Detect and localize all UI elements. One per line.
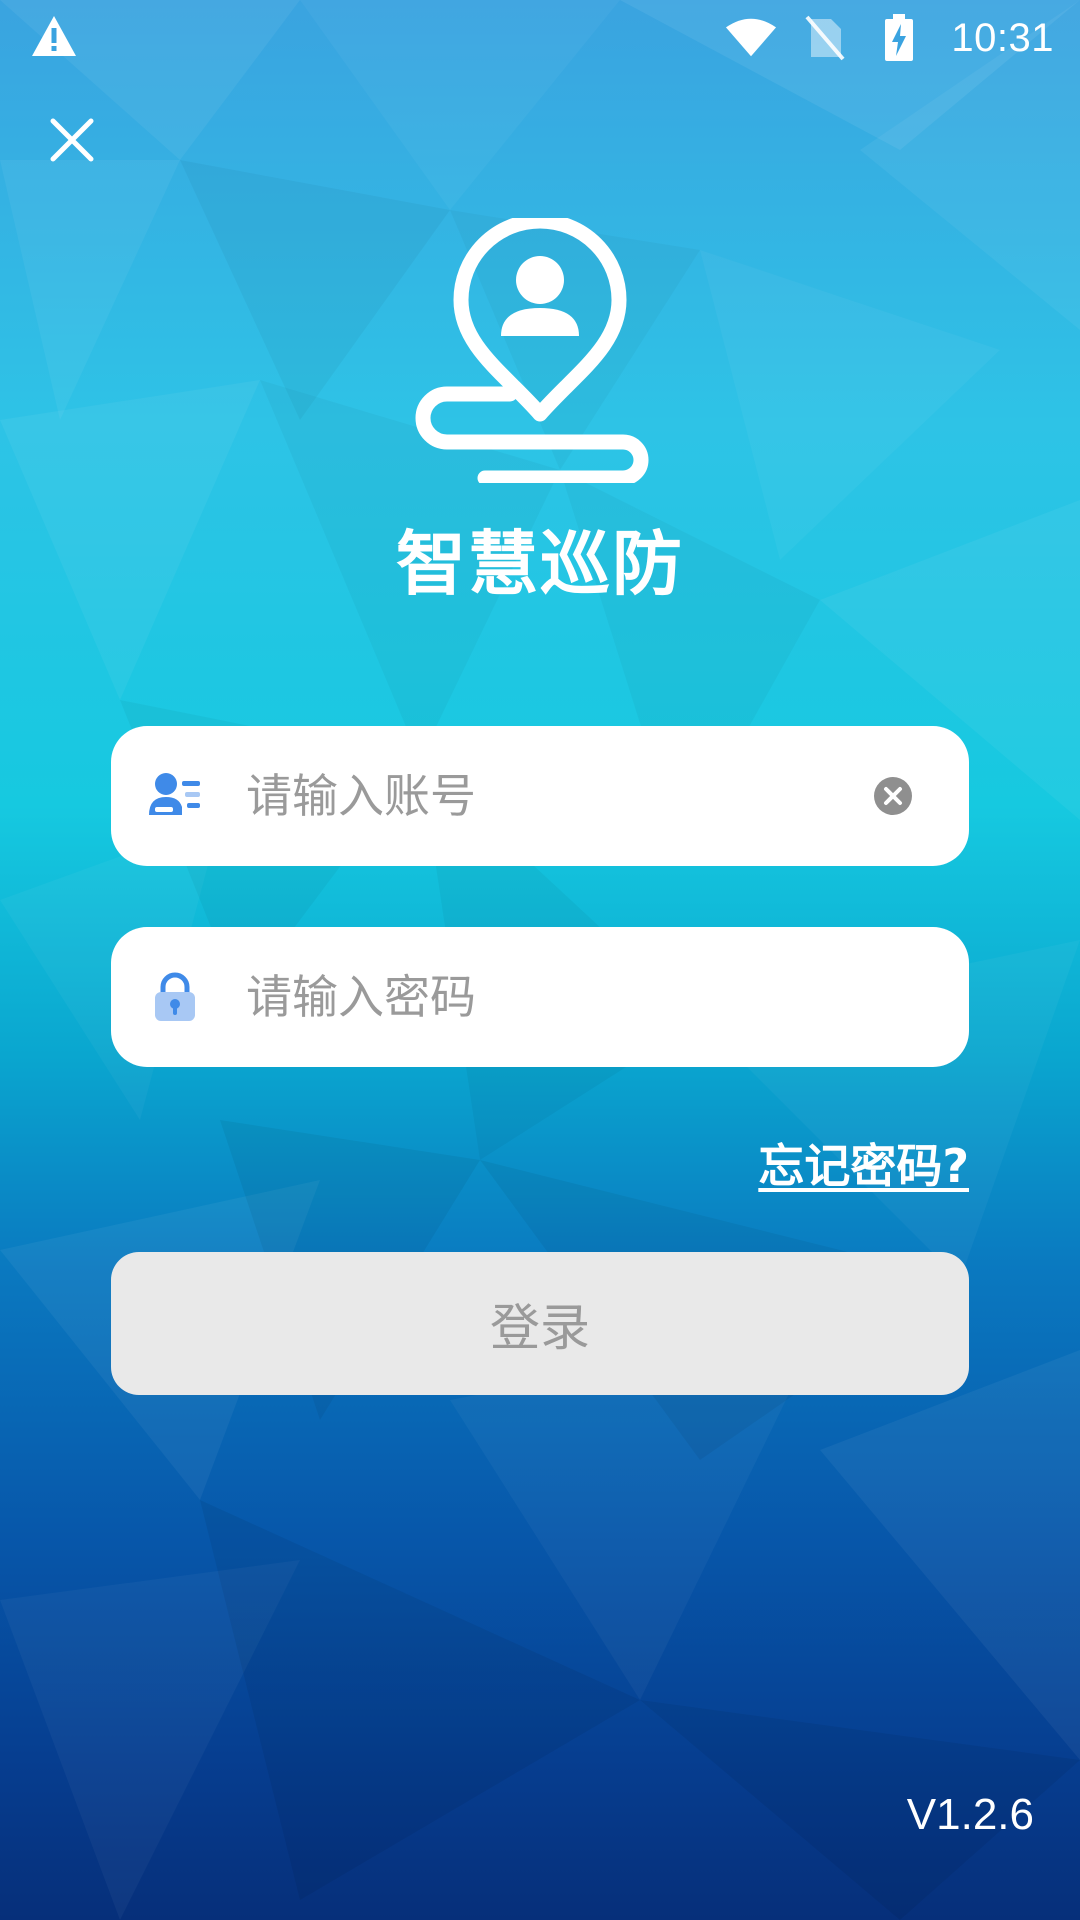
user-card-icon <box>149 773 200 815</box>
close-button[interactable] <box>44 112 100 168</box>
close-icon <box>50 118 94 162</box>
clear-input-icon[interactable] <box>873 776 913 816</box>
forgot-password-link[interactable]: 忘记密码? <box>758 1130 969 1196</box>
battery-charging-icon <box>873 14 925 61</box>
app-version: V1.2.6 <box>906 1790 1034 1839</box>
status-time: 10:31 <box>951 15 1054 60</box>
status-icons: 10:31 <box>725 10 1054 66</box>
login-button[interactable]: 登录 <box>111 1252 969 1395</box>
account-field[interactable] <box>111 726 969 866</box>
password-input[interactable] <box>246 957 846 1037</box>
account-input[interactable] <box>246 756 846 836</box>
warning-icon <box>30 14 78 58</box>
login-screen: 10:31 智慧巡防 请输入账号 忘记密码? 登录 V1.2.6 <box>0 0 1080 1920</box>
lock-icon <box>155 972 195 1021</box>
status-bar: 10:31 <box>0 0 1080 74</box>
app-title: 智慧巡防 <box>396 523 684 605</box>
password-field[interactable] <box>111 927 969 1067</box>
wifi-icon <box>725 15 777 61</box>
app-logo-icon <box>415 218 649 483</box>
no-sim-icon <box>799 15 851 61</box>
